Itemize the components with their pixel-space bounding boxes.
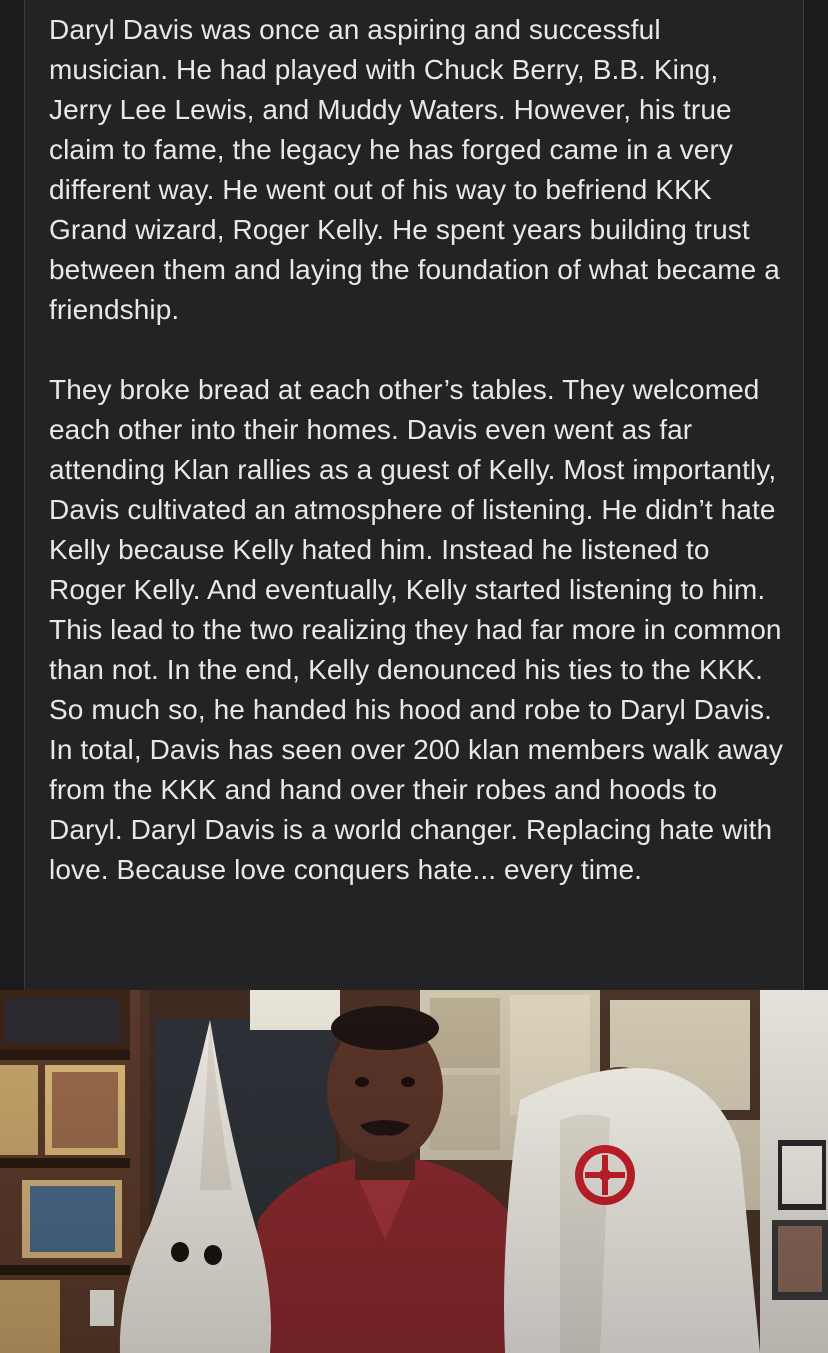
post-paragraph-1: Daryl Davis was once an aspiring and suc… <box>49 14 780 325</box>
post-body: Daryl Davis was once an aspiring and suc… <box>49 10 784 890</box>
post-card: Daryl Davis was once an aspiring and suc… <box>24 0 804 990</box>
post-paragraph-2: They broke bread at each other’s tables.… <box>49 374 783 885</box>
post-photo[interactable] <box>0 990 828 1353</box>
photo-illustration <box>0 990 828 1353</box>
